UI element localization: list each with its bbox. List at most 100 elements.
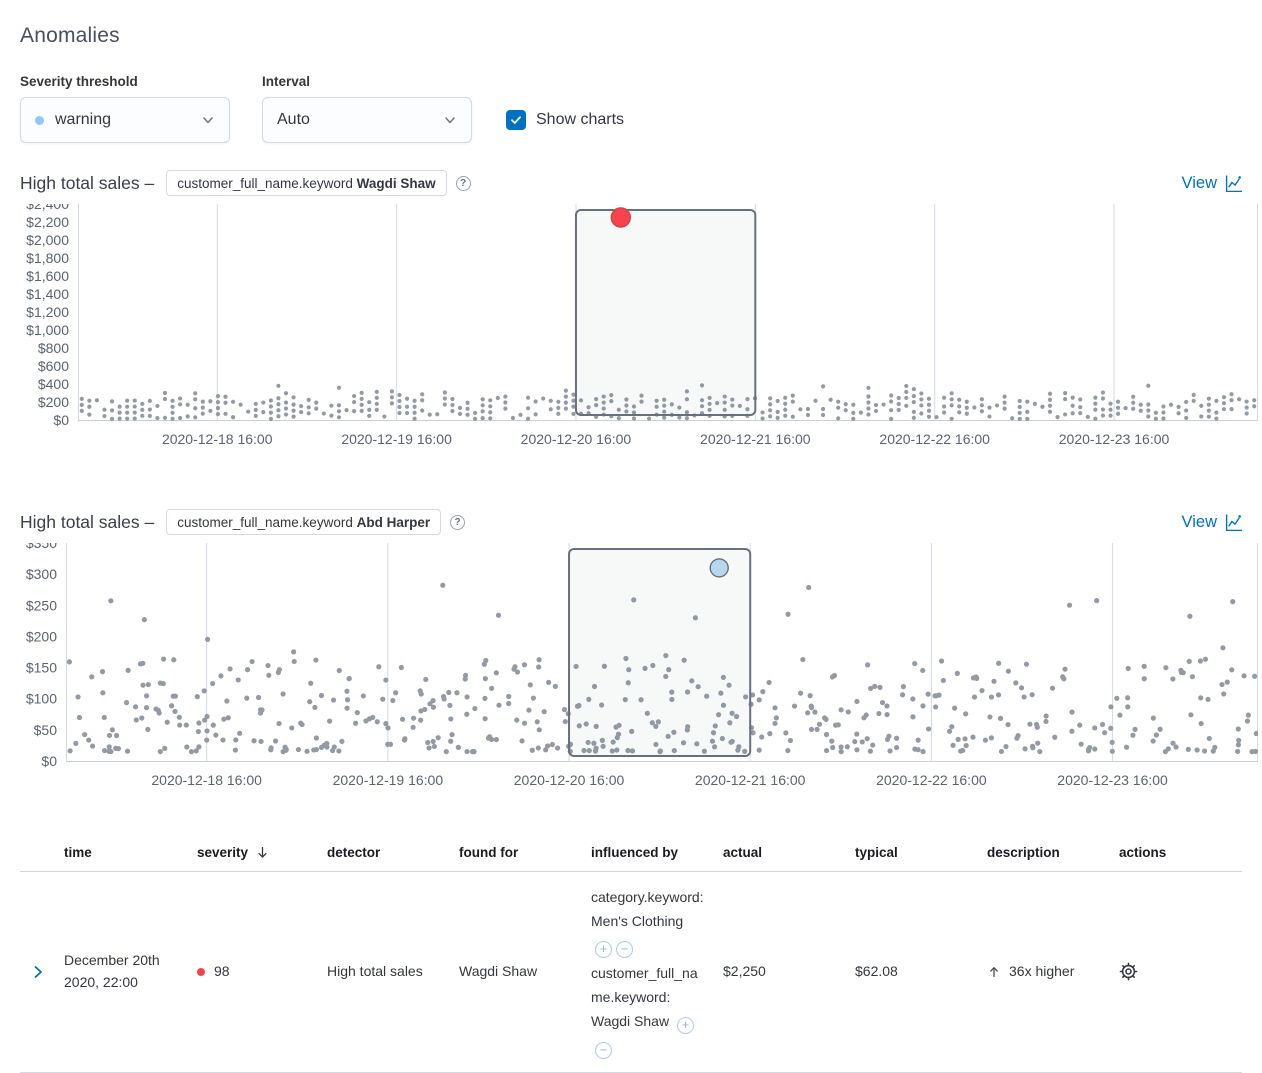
svg-text:2020-12-18 16:00: 2020-12-18 16:00 [151, 772, 262, 788]
view-in-single-metric-viewer-link[interactable]: View [1182, 513, 1242, 532]
svg-text:2020-12-19 16:00: 2020-12-19 16:00 [333, 772, 444, 788]
view-link-label: View [1182, 513, 1217, 532]
svg-text:$2,000: $2,000 [26, 232, 69, 248]
entity-badge: customer_full_name.keyword Wagdi Shaw [166, 170, 446, 196]
warning-severity-dot-icon [35, 116, 44, 125]
svg-text:$400: $400 [38, 376, 69, 392]
help-icon[interactable] [456, 176, 471, 191]
anomaly-chart-section-wagdi-shaw: High total sales – customer_full_name.ke… [20, 170, 1242, 459]
svg-text:$1,400: $1,400 [26, 286, 69, 302]
chevron-right-icon [31, 965, 45, 979]
help-icon[interactable] [450, 515, 465, 530]
header-expander-spacer [20, 836, 56, 871]
influencer-text: category.keyword: Men's Clothing [591, 889, 704, 929]
svg-text:$0: $0 [41, 753, 57, 769]
svg-text:$150: $150 [26, 660, 57, 676]
time-cell: December 20th 2020, 22:00 [56, 940, 189, 1003]
severity-threshold-select[interactable]: warning [20, 97, 230, 143]
entity-value: Abd Harper [357, 515, 431, 530]
column-header-description[interactable]: description [979, 836, 1111, 871]
column-header-label: severity [197, 845, 248, 860]
svg-text:$50: $50 [34, 722, 58, 738]
svg-text:$1,600: $1,600 [26, 268, 69, 284]
table-header-row: time severity detector found for influen… [20, 836, 1242, 872]
anomaly-scatter-chart[interactable]: $0 $50 $100 $150 $200 $250 $300 $350 2020-12-18 … [14, 543, 1258, 795]
severity-threshold-value: warning [55, 111, 201, 129]
entity-badge: customer_full_name.keyword Abd Harper [166, 509, 441, 535]
svg-text:2020-12-21 16:00: 2020-12-21 16:00 [695, 772, 806, 788]
svg-text:$200: $200 [38, 394, 69, 410]
entity-field: customer_full_name.keyword [177, 176, 356, 191]
interval-label: Interval [262, 74, 472, 89]
column-header-time[interactable]: time [56, 836, 189, 871]
svg-text:$600: $600 [38, 358, 69, 374]
svg-text:2020-12-22 16:00: 2020-12-22 16:00 [876, 772, 987, 788]
single-metric-viewer-icon [1225, 175, 1242, 192]
single-metric-viewer-icon [1225, 514, 1242, 531]
filter-out-value-icon[interactable] [595, 1042, 612, 1059]
svg-text:2020-12-23 16:00: 2020-12-23 16:00 [1059, 431, 1170, 447]
column-header-typical[interactable]: typical [847, 836, 979, 871]
svg-text:$1,000: $1,000 [26, 322, 69, 338]
interval-value: Auto [277, 111, 443, 129]
svg-text:$200: $200 [26, 628, 57, 644]
column-header-influenced-by[interactable]: influenced by [583, 836, 715, 871]
time-line-2: 2020, 22:00 [64, 972, 181, 994]
found-for-cell: Wagdi Shaw [451, 951, 583, 993]
severity-threshold-label: Severity threshold [20, 74, 230, 89]
filter-out-value-icon[interactable] [616, 941, 633, 958]
svg-text:$350: $350 [26, 543, 57, 551]
controls-bar: Severity threshold warning Interval Auto… [20, 74, 1242, 143]
svg-text:$2,200: $2,200 [26, 214, 69, 230]
actual-cell: $2,250 [715, 951, 847, 993]
column-header-severity[interactable]: severity [189, 836, 319, 871]
svg-text:$1,200: $1,200 [26, 304, 69, 320]
gear-icon [1119, 962, 1138, 981]
typical-cell: $62.08 [847, 951, 979, 993]
filter-for-value-icon[interactable] [595, 941, 612, 958]
entity-value: Wagdi Shaw [357, 176, 436, 191]
svg-text:2020-12-19 16:00: 2020-12-19 16:00 [341, 431, 452, 447]
column-header-detector[interactable]: detector [319, 836, 451, 871]
interval-select[interactable]: Auto [262, 97, 472, 143]
svg-text:$250: $250 [26, 597, 57, 613]
severity-cell: 98 [189, 951, 319, 993]
svg-text:2020-12-20 16:00: 2020-12-20 16:00 [521, 431, 632, 447]
influencer-entry: category.keyword: Men's Clothing [591, 885, 705, 958]
svg-text:2020-12-18 16:00: 2020-12-18 16:00 [162, 431, 273, 447]
column-header-actual[interactable]: actual [715, 836, 847, 871]
chart-title: High total sales – [20, 512, 154, 533]
view-in-single-metric-viewer-link[interactable]: View [1182, 174, 1242, 193]
entity-field: customer_full_name.keyword [177, 515, 356, 530]
column-header-found-for[interactable]: found for [451, 836, 583, 871]
anomaly-scatter-chart[interactable]: $0 $200 $400 $600 $800 $1,000 $1,200 $1,400 $1,6… [14, 204, 1258, 454]
show-charts-checkbox[interactable] [506, 110, 526, 130]
svg-text:$300: $300 [26, 566, 57, 582]
column-header-actions: actions [1111, 836, 1242, 871]
svg-text:$0: $0 [53, 412, 69, 428]
svg-text:2020-12-22 16:00: 2020-12-22 16:00 [879, 431, 990, 447]
check-icon [510, 114, 522, 126]
filter-for-value-icon[interactable] [677, 1017, 694, 1034]
influencer-entry: customer_full_name.keyword: Wagdi Shaw [591, 961, 705, 1059]
svg-text:$800: $800 [38, 340, 69, 356]
anomalies-table: time severity detector found for influen… [20, 836, 1242, 1073]
view-link-label: View [1182, 174, 1217, 193]
chevron-down-icon [443, 113, 457, 127]
svg-text:$100: $100 [26, 691, 57, 707]
svg-text:2020-12-21 16:00: 2020-12-21 16:00 [700, 431, 811, 447]
table-row: December 20th 2020, 22:00 98 High total … [20, 872, 1242, 1073]
svg-text:$2,400: $2,400 [26, 204, 69, 212]
expand-row-button[interactable] [20, 955, 56, 989]
page-title: Anomalies [20, 24, 1242, 48]
influenced-by-cell: category.keyword: Men's Clothing custome… [583, 872, 715, 1072]
row-actions-button[interactable] [1111, 952, 1242, 991]
svg-text:$1,800: $1,800 [26, 250, 69, 266]
anomaly-chart-section-abd-harper: High total sales – customer_full_name.ke… [20, 509, 1242, 800]
svg-text:2020-12-23 16:00: 2020-12-23 16:00 [1057, 772, 1168, 788]
time-line-1: December 20th [64, 950, 181, 972]
svg-text:2020-12-20 16:00: 2020-12-20 16:00 [514, 772, 625, 788]
arrow-up-icon [987, 965, 1001, 979]
critical-severity-dot-icon [197, 968, 205, 976]
sort-descending-icon [255, 845, 270, 860]
